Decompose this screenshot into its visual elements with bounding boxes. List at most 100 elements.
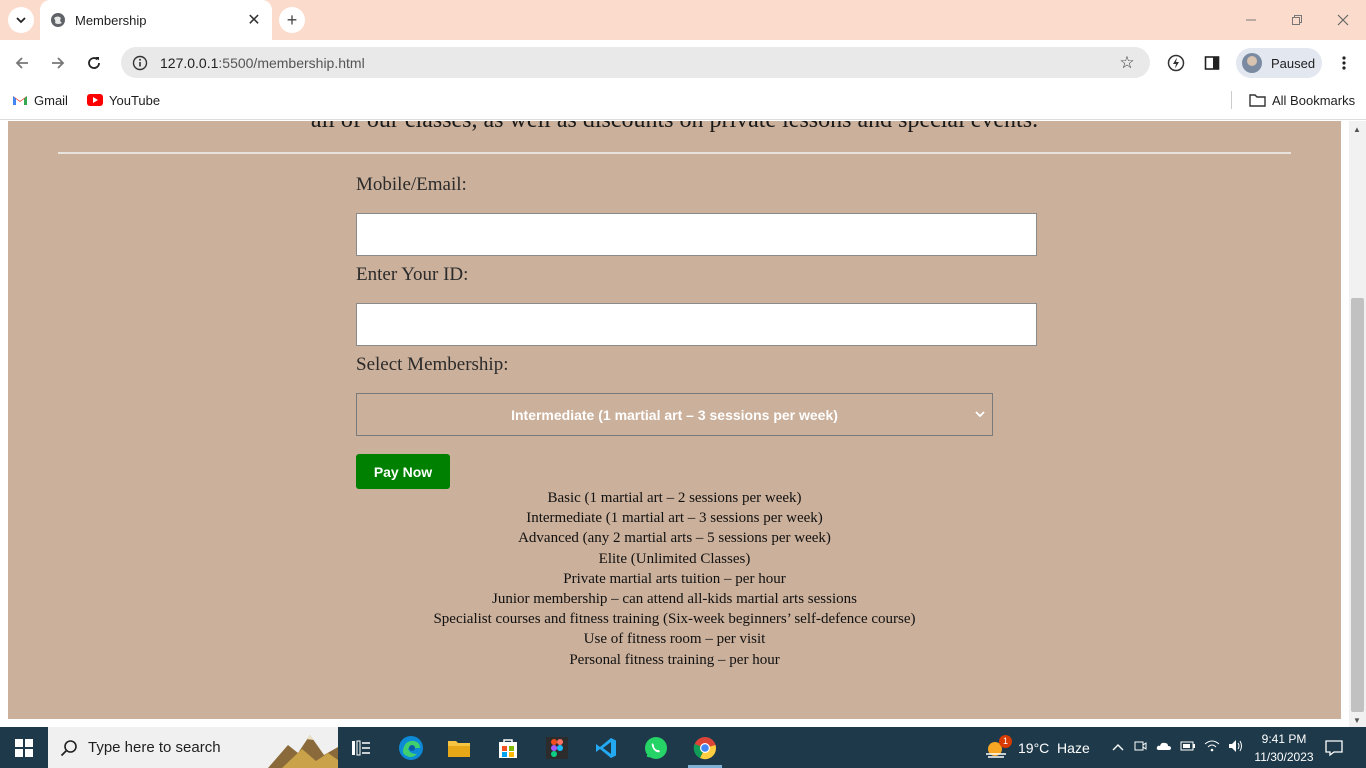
forward-button[interactable] [45,50,71,76]
all-bookmarks-button[interactable]: All Bookmarks [1249,92,1355,108]
weather-badge: 1 [999,734,1012,748]
lightning-icon [1167,54,1185,72]
reload-icon [88,57,100,69]
windows-icon [15,738,33,757]
scroll-up-icon[interactable]: ▲ [1353,125,1361,134]
list-item: Intermediate (1 martial art – 3 sessions… [526,510,823,527]
new-tab-button[interactable]: + [279,7,305,33]
gmail-icon [13,96,27,105]
reload-button[interactable] [81,50,107,76]
close-window-button[interactable] [1320,0,1366,40]
restore-button[interactable] [1274,0,1320,40]
scrollbar-thumb[interactable] [1351,298,1364,712]
close-tab-icon[interactable]: ✕ [246,10,262,30]
all-bookmarks-label: All Bookmarks [1272,92,1356,108]
figma-app[interactable] [537,731,577,765]
search-icon [60,739,77,756]
file-explorer-app[interactable] [439,731,479,765]
mobile-email-label: Mobile/Email: [356,174,467,195]
membership-selected-value: Intermediate (1 martial art – 3 sessions… [511,406,838,423]
site-info-icon[interactable] [132,55,148,71]
profile-status: Paused [1271,55,1316,71]
search-placeholder: Type here to search [88,739,221,756]
chrome-icon [693,737,716,760]
list-item: Use of fitness room – per visit [583,631,766,648]
clock-date: 11/30/2023 [1254,750,1314,764]
scrollbar[interactable]: ▲ ▼ [1349,121,1366,727]
globe-icon [51,13,65,27]
membership-page: all of our classes, as well as discounts… [8,121,1341,719]
address-bar[interactable]: 127.0.0.1:5500/membership.html ☆ [121,47,1150,78]
url-path: :5500/membership.html [218,54,365,71]
scroll-down-icon[interactable]: ▼ [1353,716,1361,725]
chevron-down-icon [16,17,26,24]
vscode-app[interactable] [586,731,626,765]
store-icon [499,739,517,758]
back-button[interactable] [9,50,35,76]
url-text[interactable]: 127.0.0.1:5500/membership.html [160,55,1116,71]
meet-now-icon[interactable] [1128,739,1152,756]
list-item: Specialist courses and fitness training … [433,611,916,628]
restore-icon [1292,15,1302,25]
profile-button[interactable]: Paused [1236,48,1322,78]
task-view-button[interactable] [341,731,381,765]
bookmark-star-icon[interactable]: ☆ [1116,53,1138,73]
mobile-email-input[interactable] [356,213,1037,256]
avatar [1242,53,1262,73]
menu-button[interactable] [1331,50,1357,76]
list-item: Elite (Unlimited Classes) [598,550,751,567]
notification-icon [1325,740,1343,757]
whatsapp-app[interactable] [636,731,676,765]
youtube-icon [87,94,103,106]
notifications-button[interactable] [1314,731,1354,765]
bookmark-label: Gmail [34,92,68,108]
intro-text: all of our classes, as well as discounts… [8,121,1341,134]
start-button[interactable] [0,727,48,768]
minimize-button[interactable] [1228,0,1274,40]
list-item: Advanced (any 2 martial arts – 5 session… [518,530,831,547]
folder-icon [1249,94,1266,107]
taskbar-search[interactable]: Type here to search [48,727,338,768]
list-item: Private martial arts tuition – per hour [563,570,786,587]
edge-app[interactable] [391,731,431,765]
membership-label: Select Membership: [356,354,509,375]
side-panel-button[interactable] [1199,50,1225,76]
close-icon [1337,14,1349,26]
onedrive-icon[interactable] [1152,740,1176,755]
store-app[interactable] [488,731,528,765]
bookmarks-bar [0,86,1366,120]
arrow-right-icon [52,57,65,69]
figma-icon [546,737,568,759]
chrome-app[interactable] [685,731,725,765]
arrow-left-icon [15,57,28,69]
list-item: Personal fitness training – per hour [569,651,780,668]
id-label: Enter Your ID: [356,264,469,285]
taskbar-clock[interactable]: 9:41 PM 11/30/2023 [1250,730,1318,766]
tab-title: Membership [75,12,147,28]
clock-time: 9:41 PM [1261,732,1307,746]
volume-icon[interactable] [1224,739,1248,756]
pay-now-button[interactable]: Pay Now [356,454,450,489]
task-view-icon [352,740,370,756]
wifi-icon[interactable] [1200,740,1224,755]
weather-widget[interactable]: 1 19°C Haze [984,727,1090,768]
system-tray [1108,727,1248,768]
battery-icon[interactable] [1176,740,1200,755]
page-viewport: all of our classes, as well as discounts… [0,121,1366,727]
performance-button[interactable] [1163,50,1189,76]
weather-icon: 1 [984,734,1012,759]
url-host: 127.0.0.1 [160,54,219,71]
bookmarks-divider [1231,91,1232,109]
id-input[interactable] [356,303,1037,346]
folder-icon [448,741,470,757]
membership-select[interactable]: Intermediate (1 martial art – 3 sessions… [356,393,993,436]
side-panel-icon [1204,56,1220,70]
bookmark-youtube[interactable]: YouTube [87,92,160,108]
chevron-up-icon[interactable] [1108,740,1128,755]
bookmark-gmail[interactable]: Gmail [12,92,68,108]
list-item: Basic (1 martial art – 2 sessions per we… [547,490,802,506]
vscode-icon [596,738,616,758]
divider [58,152,1291,154]
tab-membership[interactable]: Membership ✕ [40,0,272,40]
tab-search-button[interactable] [8,7,34,33]
